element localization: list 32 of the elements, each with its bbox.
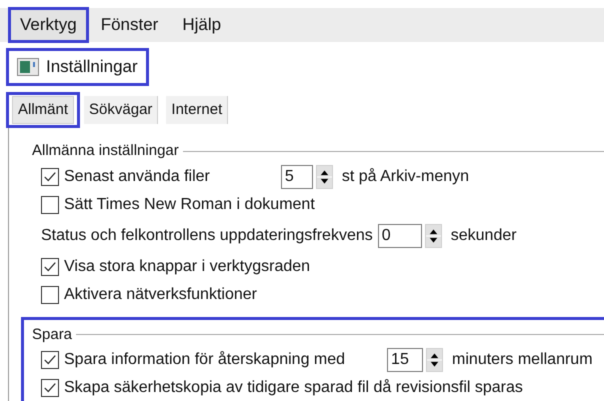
- group-title: Spara: [32, 324, 72, 344]
- tab[interactable]: Allmänt: [12, 96, 74, 124]
- tab[interactable]: Sökvägar: [84, 96, 158, 124]
- checkbox-label: Aktivera nätverksfunktioner: [64, 284, 257, 304]
- settings-button[interactable]: Inställningar: [6, 48, 149, 86]
- spin-buttons[interactable]: [424, 224, 442, 248]
- checkbox-label: Sätt Times New Roman i dokument: [64, 194, 315, 214]
- number-field[interactable]: 5: [280, 164, 313, 188]
- checkbox-label: Spara information för återskapning med: [64, 350, 346, 370]
- number-field[interactable]: 15: [387, 348, 424, 372]
- checkbox[interactable]: [41, 196, 59, 214]
- unit-label: st på Arkiv-menyn: [342, 166, 470, 186]
- checkbox[interactable]: [41, 351, 59, 369]
- checkbox[interactable]: [41, 286, 59, 304]
- checkbox-label: Senast använda filer: [64, 166, 210, 186]
- checkbox-label: Skapa säkerhetskopia av tidigare sparad fil då revisionsfil sparas: [64, 378, 523, 398]
- menu-item[interactable]: Fönster: [88, 7, 170, 43]
- number-field[interactable]: 0: [378, 224, 422, 248]
- menu-item[interactable]: Verktyg: [8, 7, 89, 43]
- group-title: Allmänna inställningar: [32, 141, 179, 161]
- field-label: Status och felkontrollens uppdateringsfrekvens: [41, 226, 373, 246]
- window-icon: [17, 58, 39, 76]
- spin-buttons[interactable]: [316, 164, 333, 188]
- spin-buttons[interactable]: [426, 348, 444, 372]
- unit-label: sekunder: [450, 226, 517, 246]
- checkbox[interactable]: [41, 379, 59, 397]
- checkbox[interactable]: [41, 168, 59, 186]
- checkbox[interactable]: [41, 258, 59, 276]
- tab[interactable]: Internet: [166, 96, 228, 124]
- menu-item[interactable]: Hjälp: [170, 7, 234, 43]
- unit-label: minuters mellanrum: [452, 350, 593, 370]
- checkbox-label: Visa stora knappar i verktygsraden: [64, 256, 310, 276]
